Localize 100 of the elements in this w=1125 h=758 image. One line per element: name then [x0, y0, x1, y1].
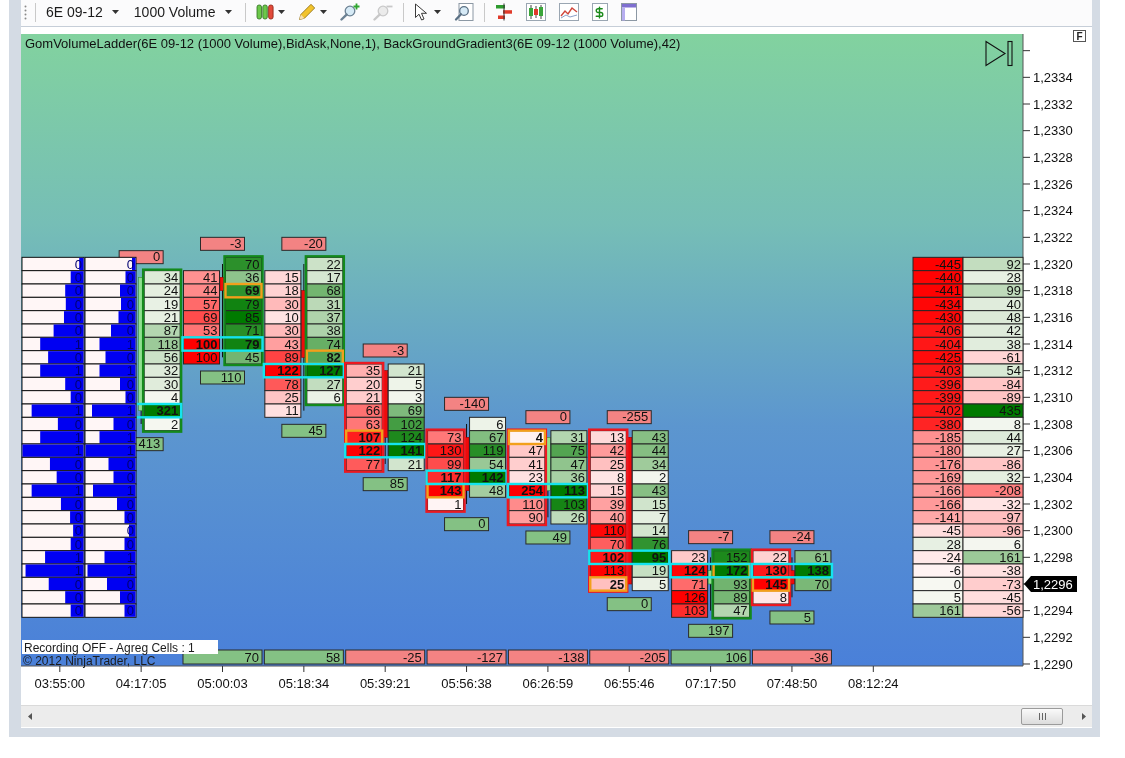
ask-volume-cell: 43: [631, 483, 669, 499]
profile-value: 0: [74, 456, 82, 472]
delta-tag: -255: [606, 409, 652, 425]
bid-volume-cell: 30: [264, 296, 302, 312]
ladder-cell: 92: [962, 256, 1024, 272]
ask-volume-cell: 69: [387, 403, 425, 419]
ladder-cell: -86: [962, 456, 1024, 472]
ask-volume-cell: 21: [143, 309, 181, 325]
profile-value: 1: [74, 336, 82, 352]
profile-value: 1: [74, 363, 82, 379]
copyright-text: © 2012 NinjaTrader, LLC: [23, 654, 156, 668]
profile-value: 0: [126, 283, 134, 299]
ask-volume-cell: 124: [387, 429, 425, 445]
profile-value: 1: [74, 549, 82, 565]
ladder-cell: -84: [962, 376, 1024, 392]
ladder-cell: -45: [912, 523, 964, 539]
profile-value: 0: [74, 349, 82, 365]
left-arrow-icon: [27, 713, 32, 720]
bid-volume-cell: 15: [264, 269, 302, 285]
ask-volume-cell: 119: [469, 443, 507, 459]
bid-volume-cell: 21: [345, 389, 383, 405]
profile-value: 1: [126, 363, 134, 379]
ask-volume-cell: 19: [143, 296, 181, 312]
bid-volume-cell: 89: [264, 349, 302, 365]
time-label: 06:55:46: [603, 676, 655, 691]
bid-volume-cell: 130: [427, 443, 465, 459]
bid-volume-cell: 42: [589, 443, 627, 459]
volume-tag: 49: [525, 529, 571, 545]
ladder-cell: -396: [912, 376, 964, 392]
price-label: 1,2330: [1033, 123, 1073, 139]
bid-volume-cell: 23: [508, 469, 546, 485]
ask-volume-cell: 14: [631, 523, 669, 539]
toolbar-button[interactable]: [253, 1, 287, 23]
time-label: 07:17:50: [685, 676, 736, 691]
ladder-cell: -441: [912, 283, 964, 299]
scroll-thumb[interactable]: [1021, 708, 1063, 725]
profile-value: 0: [126, 376, 134, 392]
profile-value: 0: [74, 309, 82, 325]
grip-icon: [1038, 713, 1046, 720]
bid-volume-cell: 20: [345, 376, 383, 392]
profile-value: 0: [126, 603, 134, 619]
ladder-cell: -96: [962, 523, 1024, 539]
bid-volume-cell: 25: [264, 389, 302, 405]
ladder-cell: 54: [962, 363, 1024, 379]
delta-tag: -3: [362, 342, 408, 358]
ladder-cell: 6: [962, 536, 1024, 552]
skip-to-end-icon[interactable]: [985, 40, 1013, 67]
profile-value: 0: [126, 536, 134, 552]
profile-value: 0: [74, 576, 82, 592]
ask-volume-cell: 32: [143, 363, 181, 379]
ask-volume-cell: 118: [143, 336, 181, 352]
footer-tag: -36: [751, 649, 832, 665]
ladder-cell: -406: [912, 323, 964, 339]
ladder-cell: -185: [912, 429, 964, 445]
price-label: 1,2328: [1033, 149, 1073, 165]
ask-volume-cell: 31: [550, 429, 588, 445]
dropdown-button[interactable]: 6E 09-12: [44, 1, 121, 23]
time-label: 04:17:05: [115, 676, 167, 691]
ask-volume-cell: 3: [387, 389, 425, 405]
ask-volume-cell: 24: [143, 283, 181, 299]
profile-value: 1: [126, 336, 134, 352]
price-label: 1,2300: [1033, 523, 1073, 539]
bid-volume-cell: 66: [345, 403, 383, 419]
ladder-cell: 28: [912, 536, 964, 552]
profile-value: 0: [74, 589, 82, 605]
ladder-cell: -61: [962, 349, 1024, 365]
time-label: 05:00:03: [197, 676, 248, 691]
bid-column-frame: [750, 548, 792, 607]
grip-icon[interactable]: [24, 4, 27, 20]
horizontal-scrollbar[interactable]: [21, 705, 1092, 727]
dropdown-button[interactable]: 1000 Volume: [131, 1, 234, 23]
price-label: 1,2308: [1033, 416, 1073, 432]
volume-tag: 0: [606, 596, 652, 612]
ask-volume-cell: 37: [306, 309, 344, 325]
ladder-cell: -176: [912, 456, 964, 472]
profile-value: 0: [126, 576, 134, 592]
price-label: 1,2304: [1033, 469, 1073, 485]
corner-button[interactable]: F: [1073, 30, 1086, 42]
time-label: 03:55:00: [34, 676, 86, 691]
bid-volume-cell: 8: [589, 469, 627, 485]
bid-volume-cell: 110: [589, 523, 627, 539]
ladder-cell: 42: [962, 323, 1024, 339]
ask-volume-cell: 17: [306, 269, 344, 285]
profile-value: 0: [74, 283, 82, 299]
ask-volume-cell: 30: [143, 376, 181, 392]
ask-volume-cell: 67: [469, 429, 507, 445]
price-label: 1,2290: [1033, 656, 1073, 672]
ask-volume-cell: 47: [713, 603, 751, 619]
bid-volume-cell: 43: [264, 336, 302, 352]
ladder-cell: 38: [962, 336, 1024, 352]
profile-value: 0: [126, 589, 134, 605]
ladder-cell: -32: [962, 496, 1024, 512]
ladder-cell: -425: [912, 349, 964, 365]
footer-tag: 58: [263, 649, 344, 665]
bid-volume-cell: 18: [264, 283, 302, 299]
profile-value: 1: [126, 483, 134, 499]
bid-volume-cell: 23: [671, 549, 709, 565]
footer-tag: -25: [345, 649, 426, 665]
profile-value: 1: [74, 443, 82, 459]
ladder-cell: 28: [962, 269, 1024, 285]
